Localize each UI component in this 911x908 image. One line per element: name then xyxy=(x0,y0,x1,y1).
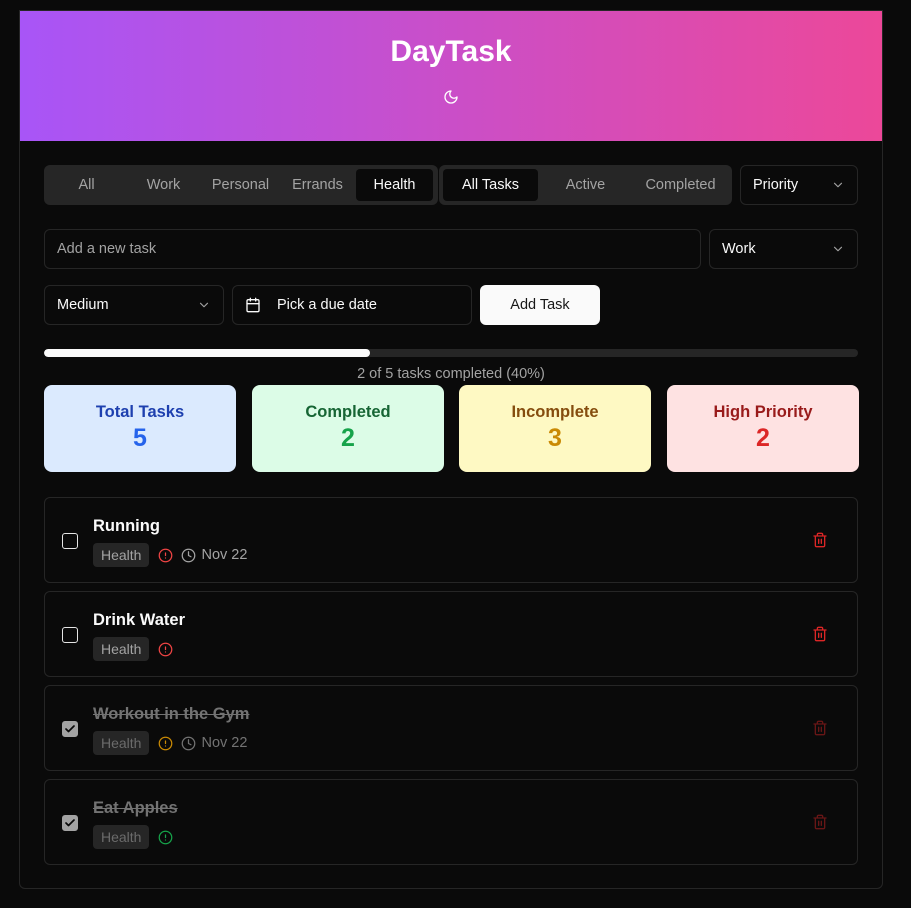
delete-task-button[interactable] xyxy=(811,531,829,549)
priority-indicator xyxy=(157,547,173,563)
task-meta: Health Nov 22 xyxy=(93,731,247,755)
trash-icon xyxy=(813,626,827,642)
category-select-value: Work xyxy=(722,241,756,257)
delete-task-button[interactable] xyxy=(811,719,829,737)
delete-task-button[interactable] xyxy=(811,625,829,643)
chevron-down-icon xyxy=(199,302,209,308)
task-checkbox[interactable] xyxy=(62,815,78,831)
sort-select-value: Priority xyxy=(753,177,799,193)
add-task-button[interactable]: Add Task xyxy=(480,285,600,325)
check-icon xyxy=(65,725,75,733)
moon-icon xyxy=(444,90,458,104)
trash-icon xyxy=(813,720,827,736)
new-task-input[interactable] xyxy=(44,229,701,269)
priority-indicator xyxy=(157,829,173,845)
alert-circle-icon xyxy=(158,642,173,656)
stat-value: 2 xyxy=(756,424,770,452)
trash-icon xyxy=(813,814,827,830)
theme-toggle-button[interactable] xyxy=(441,87,461,107)
task-item: Drink Water Health xyxy=(44,591,858,677)
tab-active[interactable]: Active xyxy=(538,169,633,201)
progress-text: 2 of 5 tasks completed (40%) xyxy=(357,366,545,382)
category-tabs: All Work Personal Errands Health xyxy=(44,165,438,205)
tab-work[interactable]: Work xyxy=(125,169,202,201)
task-title: Running xyxy=(93,517,160,535)
sort-select[interactable]: Priority xyxy=(740,165,858,205)
tab-personal[interactable]: Personal xyxy=(202,169,279,201)
task-meta: Health Nov 22 xyxy=(93,543,247,567)
chevron-down-icon xyxy=(833,246,843,252)
alert-circle-icon xyxy=(158,830,173,844)
status-tabs: All Tasks Active Completed xyxy=(439,165,732,205)
stat-card-incomplete: Incomplete 3 xyxy=(459,385,651,472)
stat-value: 2 xyxy=(341,424,355,452)
task-meta: Health xyxy=(93,637,173,661)
category-badge: Health xyxy=(93,825,150,849)
tab-errands[interactable]: Errands xyxy=(279,169,356,201)
header: DayTask xyxy=(20,11,882,141)
check-icon xyxy=(65,819,75,827)
priority-indicator xyxy=(157,735,173,751)
due-date-label: Pick a due date xyxy=(277,297,377,313)
stat-value: 5 xyxy=(133,424,147,452)
stat-card-high-priority: High Priority 2 xyxy=(667,385,859,472)
due-date-text: Nov 22 xyxy=(201,547,248,563)
due-date: Nov 22 xyxy=(181,735,247,751)
stat-value: 3 xyxy=(548,424,562,452)
tab-completed[interactable]: Completed xyxy=(633,169,728,201)
alert-circle-icon xyxy=(158,548,173,562)
task-checkbox[interactable] xyxy=(62,533,78,549)
category-select[interactable]: Work xyxy=(709,229,858,269)
due-date-picker[interactable]: Pick a due date xyxy=(232,285,472,325)
clock-icon xyxy=(182,736,196,750)
category-badge: Health xyxy=(93,543,150,567)
task-item: Running Health Nov 22 xyxy=(44,497,858,583)
task-checkbox[interactable] xyxy=(62,627,78,643)
app-container: DayTask All Work Personal Errands Health All… xyxy=(19,10,883,889)
clock-icon xyxy=(182,548,196,562)
due-date-text: Nov 22 xyxy=(201,735,248,751)
priority-select[interactable]: Medium xyxy=(44,285,224,325)
category-badge: Health xyxy=(93,637,150,661)
tab-all[interactable]: All xyxy=(48,169,125,201)
trash-icon xyxy=(813,532,827,548)
progress-fill xyxy=(44,349,370,357)
category-badge: Health xyxy=(93,731,150,755)
stat-label: Completed xyxy=(305,403,391,421)
due-date: Nov 22 xyxy=(181,547,247,563)
progress-bar xyxy=(44,349,858,357)
priority-indicator xyxy=(157,641,173,657)
task-checkbox[interactable] xyxy=(62,721,78,737)
task-title: Drink Water xyxy=(93,611,185,629)
stat-card-total-tasks: Total Tasks 5 xyxy=(44,385,236,472)
alert-circle-icon xyxy=(158,736,173,750)
stat-label: Total Tasks xyxy=(95,403,185,421)
calendar-icon xyxy=(246,297,260,313)
delete-task-button[interactable] xyxy=(811,813,829,831)
priority-select-value: Medium xyxy=(57,297,109,313)
task-title: Workout in the Gym xyxy=(93,705,250,723)
task-item: Eat Apples Health xyxy=(44,779,858,865)
tab-all-tasks[interactable]: All Tasks xyxy=(443,169,538,201)
task-meta: Health xyxy=(93,825,173,849)
task-title: Eat Apples xyxy=(93,799,178,817)
task-item: Workout in the Gym Health Nov 22 xyxy=(44,685,858,771)
stat-label: Incomplete xyxy=(511,403,599,421)
stat-card-completed: Completed 2 xyxy=(252,385,444,472)
tab-health[interactable]: Health xyxy=(356,169,433,201)
stat-label: High Priority xyxy=(713,403,813,421)
chevron-down-icon xyxy=(833,182,843,188)
app-title: DayTask xyxy=(390,35,512,68)
